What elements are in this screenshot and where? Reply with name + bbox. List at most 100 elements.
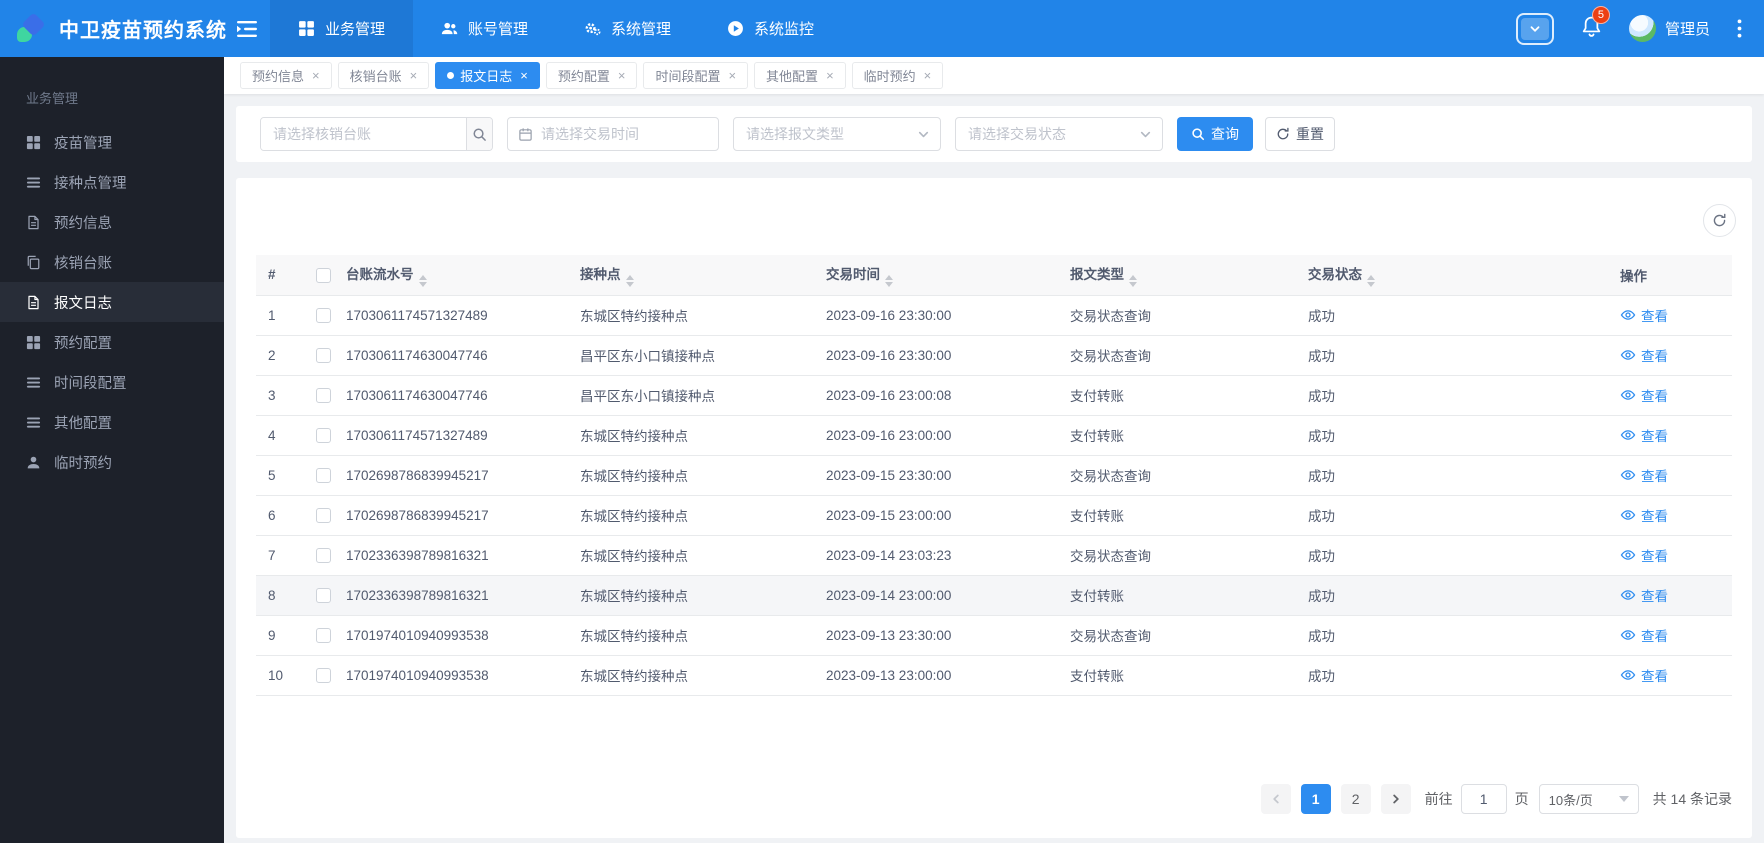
sort-caret-icon[interactable] [1367,274,1375,287]
cell-status: 成功 [1308,455,1620,496]
tab-item-6[interactable]: 其他配置 × [754,62,846,89]
sort-caret-icon[interactable] [625,274,634,287]
table-row: 6 1702698786839945217 东城区特约接种点 2023-09-15 2… [256,495,1732,536]
collapse-menu-icon [237,20,257,37]
query-button[interactable]: 查询 [1177,117,1253,151]
sort-desc-icon [885,281,893,287]
tab-item-2[interactable]: 核销台账 × [337,62,430,89]
row-checkbox[interactable] [315,667,331,683]
row-checkbox[interactable] [315,427,331,443]
table-refresh-button[interactable] [1703,204,1736,237]
cell-checkbox [300,455,346,496]
view-link[interactable]: 查看 [1620,385,1668,405]
column-header-4[interactable]: 报文类型 [1070,255,1308,296]
pagination-next-button[interactable] [1380,784,1411,814]
pagination-page-2[interactable]: 2 [1340,784,1371,814]
close-icon[interactable]: × [728,69,736,82]
column-header-1[interactable]: 台账流水号 [346,255,580,296]
view-link[interactable]: 查看 [1620,665,1668,685]
close-icon[interactable]: × [618,69,626,82]
close-icon[interactable]: × [312,69,320,82]
notification-bell[interactable]: 5 [1581,5,1610,43]
tab-item-3[interactable]: 报文日志 × [435,62,540,89]
sidebar-item-9[interactable]: 临时预约 [0,442,224,482]
top-menu-item-label: 账号管理 [468,21,529,38]
row-checkbox[interactable] [315,347,331,363]
sidebar-item-5[interactable]: 报文日志 [0,282,224,322]
user-menu[interactable]: 管理员 [1628,15,1710,42]
close-icon[interactable]: × [410,69,418,82]
reset-button-label: 重置 [1296,126,1324,142]
tab-item-1[interactable]: 预约信息 × [240,62,332,89]
list-icon [26,415,41,430]
sidebar-item-7[interactable]: 时间段配置 [0,362,224,402]
pagination-page-1[interactable]: 1 [1300,784,1331,814]
transaction-date-picker[interactable]: 请选择交易时间 [507,117,719,151]
row-checkbox[interactable] [315,467,331,483]
view-link[interactable]: 查看 [1620,305,1668,325]
column-header-5[interactable]: 交易状态 [1308,255,1620,296]
tab-item-5[interactable]: 时间段配置 × [643,62,749,89]
view-link[interactable]: 查看 [1620,505,1668,525]
sidebar-item-3[interactable]: 预约信息 [0,202,224,242]
sidebar-item-4[interactable]: 核销台账 [0,242,224,282]
pagination-prev-button[interactable] [1260,784,1291,814]
column-header-3[interactable]: 交易时间 [826,255,1070,296]
cell-status: 成功 [1308,415,1620,456]
transaction-status-select[interactable]: 请选择交易状态 [955,117,1163,151]
reset-button[interactable]: 重置 [1265,117,1335,151]
cell-time: 2023-09-14 23:00:00 [826,575,1070,616]
cell-actions: 查看 [1620,575,1732,616]
row-checkbox[interactable] [315,307,331,323]
row-checkbox[interactable] [315,387,331,403]
message-type-select[interactable]: 请选择报文类型 [733,117,941,151]
sidebar-collapse-button[interactable] [224,0,270,57]
cell-type: 交易状态查询 [1070,615,1308,656]
column-header-6: 操作 [1620,255,1732,296]
close-icon[interactable]: × [826,69,834,82]
cell-serial: 1702698786839945217 [346,455,580,496]
view-link[interactable]: 查看 [1620,465,1668,485]
chevron-left-icon [1270,793,1282,805]
goto-page-input[interactable] [1460,784,1507,814]
row-checkbox[interactable] [315,587,331,603]
tab-item-7[interactable]: 临时预约 × [851,62,944,89]
row-checkbox[interactable] [315,627,331,643]
sort-caret-icon[interactable] [1129,274,1137,287]
page-size-select[interactable]: 10条/页 [1538,784,1639,814]
top-menu-item-3[interactable]: 系统管理 [556,0,699,57]
view-link[interactable]: 查看 [1620,545,1668,565]
logo-area: 中卫疫苗预约系统 [0,0,226,57]
sort-desc-icon [1367,281,1375,287]
view-link-label: 查看 [1641,628,1668,644]
sidebar-item-1[interactable]: 疫苗管理 [0,122,224,162]
sidebar-item-2[interactable]: 接种点管理 [0,162,224,202]
search-submit-button[interactable] [466,118,492,150]
table-row: 8 1702336398789816321 东城区特约接种点 2023-09-14 2… [256,575,1732,616]
sidebar-item-8[interactable]: 其他配置 [0,402,224,442]
sort-caret-icon[interactable] [885,274,893,287]
view-link[interactable]: 查看 [1620,345,1668,365]
more-menu-button[interactable] [1737,19,1742,38]
sort-asc-icon [885,274,893,280]
view-link[interactable]: 查看 [1620,585,1668,605]
sort-caret-icon[interactable] [418,274,427,287]
close-icon[interactable]: × [520,69,528,82]
cell-site: 东城区特约接种点 [580,495,826,536]
column-header-2[interactable]: 接种点 [580,255,826,296]
view-link-label: 查看 [1641,548,1668,564]
fullscreen-button[interactable] [1515,12,1554,45]
tab-item-4[interactable]: 预约配置 × [545,62,638,89]
search-input[interactable] [261,118,466,150]
search-control [260,117,493,151]
top-menu-item-4[interactable]: 系统监控 [699,0,842,57]
top-menu-item-1[interactable]: 业务管理 [270,0,414,57]
close-icon[interactable]: × [924,69,932,82]
view-link[interactable]: 查看 [1620,425,1668,445]
sidebar-item-6[interactable]: 预约配置 [0,322,224,362]
row-checkbox[interactable] [315,547,331,563]
top-menu-item-2[interactable]: 账号管理 [413,0,556,57]
select-all-checkbox[interactable] [315,267,331,283]
row-checkbox[interactable] [315,507,331,523]
view-link[interactable]: 查看 [1620,625,1668,645]
